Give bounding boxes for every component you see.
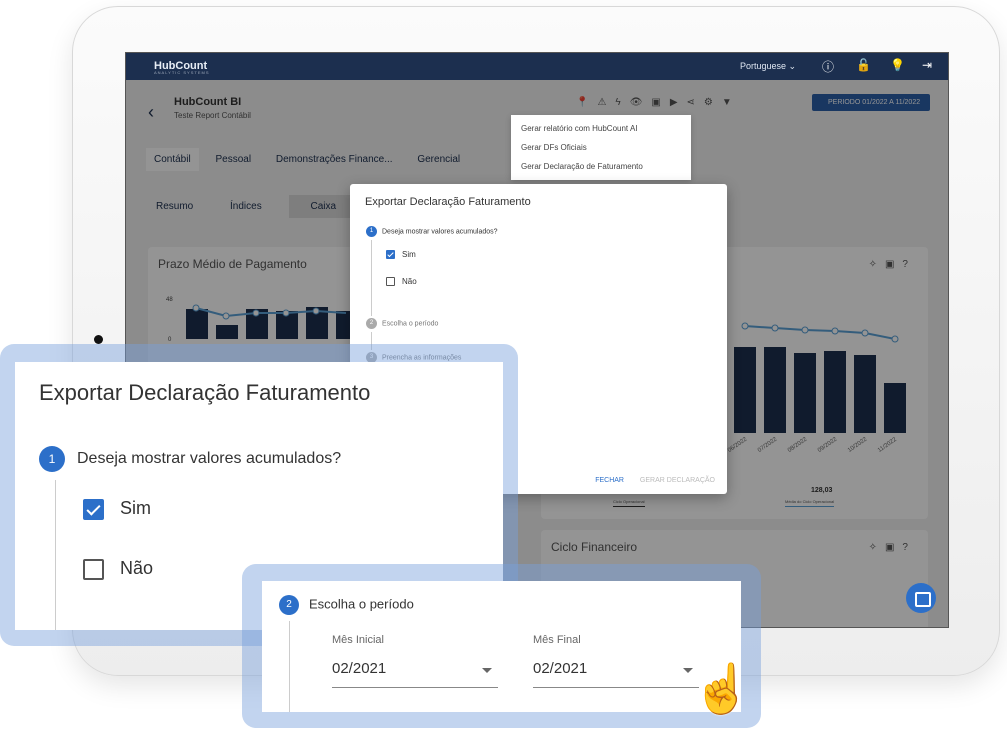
step-label: Escolha o período xyxy=(309,596,414,612)
step-label: Escolha o período xyxy=(382,320,439,328)
end-month-value: 02/2021 xyxy=(533,660,588,677)
step-label: Deseja mostrar valores acumulados? xyxy=(77,450,342,468)
help-icon[interactable]: ⓘ xyxy=(822,58,834,75)
zoom-step-1: 1 Deseja mostrar valores acumulados? xyxy=(39,446,341,472)
option-nao[interactable]: Não xyxy=(386,277,417,287)
option-label: Não xyxy=(120,558,154,578)
lock-icon[interactable]: 🔓 xyxy=(856,58,871,72)
end-month-select[interactable]: Mês Final 02/2021 xyxy=(533,634,699,688)
camera-dot xyxy=(94,335,103,344)
export-menu: Gerar relatório com HubCount AI Gerar DF… xyxy=(511,115,691,180)
menu-item-dfs[interactable]: Gerar DFs Oficiais xyxy=(511,138,691,157)
checkbox-icon[interactable] xyxy=(386,277,395,287)
generate-button[interactable]: GERAR DECLARAÇÃO xyxy=(640,477,715,484)
step-connector xyxy=(55,480,56,630)
zoom-step-2: 2 Escolha o período xyxy=(279,595,414,615)
step-number: 2 xyxy=(279,595,299,615)
zoom-panel-content: 2 Escolha o período Mês Inicial 02/2021 M… xyxy=(262,581,741,712)
zoom-modal-title: Exportar Declaração Faturamento xyxy=(39,380,371,405)
zoom-option-nao[interactable]: Não xyxy=(83,558,153,580)
dropdown-arrow-icon[interactable] xyxy=(482,668,492,673)
zoom-panel-step2: 2 Escolha o período Mês Inicial 02/2021 M… xyxy=(242,564,761,728)
zoom-option-sim[interactable]: Sim xyxy=(83,498,151,520)
checkbox-checked-icon[interactable] xyxy=(83,498,104,520)
option-label: Não xyxy=(402,277,417,286)
pointer-hand-icon: ☝ xyxy=(692,663,752,716)
modal-step-1: 1 Deseja mostrar valores acumulados? xyxy=(366,226,498,237)
language-select[interactable]: Portuguese ⌄ xyxy=(740,61,796,72)
step-number: 2 xyxy=(366,318,377,329)
step-connector xyxy=(371,240,372,316)
chat-icon[interactable] xyxy=(906,583,936,613)
start-month-label: Mês Inicial xyxy=(332,634,384,646)
modal-step-2[interactable]: 2 Escolha o período xyxy=(366,318,438,329)
checkbox-checked-icon[interactable] xyxy=(386,250,395,260)
modal-title: Exportar Declaração Faturamento xyxy=(365,196,531,208)
option-label: Sim xyxy=(120,498,151,518)
step-label: Deseja mostrar valores acumulados? xyxy=(382,228,498,236)
close-button[interactable]: FECHAR xyxy=(595,477,624,484)
option-label: Sim xyxy=(402,250,416,259)
option-sim[interactable]: Sim xyxy=(386,250,416,260)
lightbulb-icon[interactable]: 💡 xyxy=(890,58,905,72)
stage: HubCount ANALYTIC SYSTEMS Portuguese ⌄ ⓘ … xyxy=(0,0,1007,729)
step-connector xyxy=(289,621,290,712)
start-month-select[interactable]: Mês Inicial 02/2021 xyxy=(332,634,498,688)
top-bar: HubCount ANALYTIC SYSTEMS Portuguese ⌄ ⓘ … xyxy=(126,53,948,80)
modal-actions: FECHAR GERAR DECLARAÇÃO xyxy=(581,477,715,484)
menu-item-ai-report[interactable]: Gerar relatório com HubCount AI xyxy=(511,119,691,138)
logout-icon[interactable]: ⇥ xyxy=(922,58,932,72)
start-month-value: 02/2021 xyxy=(332,660,387,677)
checkbox-icon[interactable] xyxy=(83,558,104,580)
step-number: 1 xyxy=(39,446,65,472)
step-number: 1 xyxy=(366,226,377,237)
end-month-label: Mês Final xyxy=(533,634,581,646)
logo: HubCount ANALYTIC SYSTEMS xyxy=(154,60,210,75)
menu-item-declaracao[interactable]: Gerar Declaração de Faturamento xyxy=(511,157,691,176)
